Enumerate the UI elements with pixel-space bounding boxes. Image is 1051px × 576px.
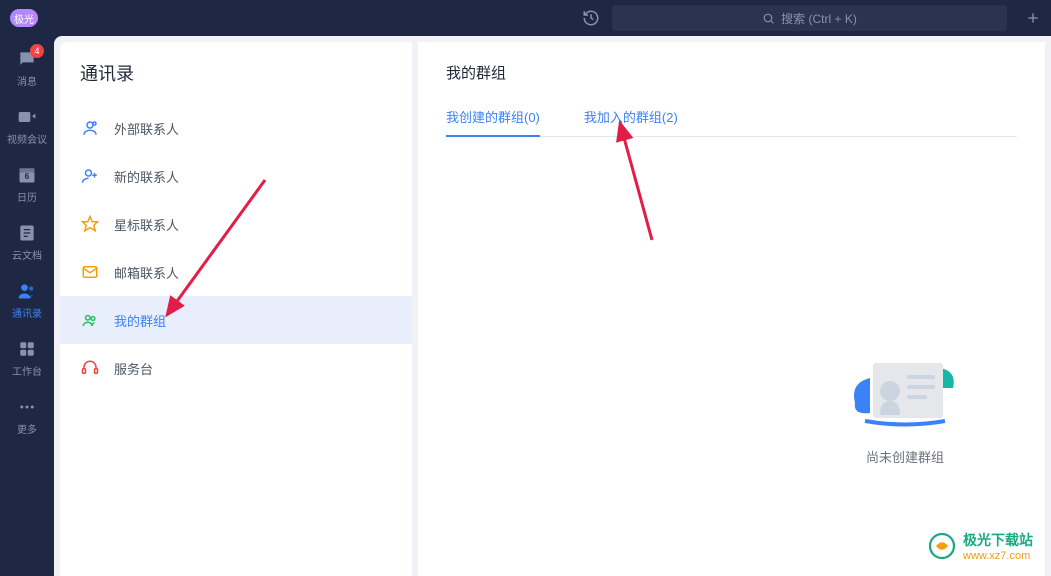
search-icon	[762, 12, 775, 25]
external-icon	[80, 118, 100, 138]
row-new-contacts[interactable]: 新的联系人	[60, 152, 412, 200]
row-helpdesk[interactable]: 服务台	[60, 344, 412, 392]
star-icon	[80, 214, 100, 234]
contacts-icon	[16, 280, 38, 302]
grid-icon	[16, 338, 38, 360]
nav-label: 日历	[17, 189, 37, 204]
watermark: 极光下载站 www.xz7.com	[927, 530, 1033, 562]
nav-more[interactable]: 更多	[0, 396, 54, 436]
tab-joined-groups[interactable]: 我加入的群组(2)	[584, 101, 678, 136]
row-my-groups[interactable]: 我的群组	[60, 296, 412, 344]
tabs: 我创建的群组(0) 我加入的群组(2)	[446, 101, 1017, 137]
plus-icon	[1025, 10, 1041, 26]
group-icon	[80, 310, 100, 330]
user-avatar[interactable]: 极光	[10, 9, 38, 27]
nav-docs[interactable]: 云文档	[0, 222, 54, 262]
svg-text:6: 6	[25, 171, 30, 181]
nav-label: 更多	[17, 421, 37, 436]
row-label: 服务台	[114, 359, 153, 378]
add-button[interactable]	[1025, 10, 1041, 26]
row-label: 新的联系人	[114, 167, 179, 186]
nav-label: 通讯录	[12, 305, 42, 320]
nav-label: 工作台	[12, 363, 42, 378]
search-input[interactable]: 搜索 (Ctrl + K)	[612, 5, 1007, 31]
nav-label: 消息	[17, 73, 37, 88]
nav-calendar[interactable]: 6 日历	[0, 164, 54, 204]
history-button[interactable]	[582, 9, 600, 27]
row-mailbox-contacts[interactable]: 邮箱联系人	[60, 248, 412, 296]
tab-created-groups[interactable]: 我创建的群组(0)	[446, 101, 540, 136]
main-area: 通讯录 外部联系人 新的联系人 星标联系人	[54, 36, 1051, 576]
left-nav: 4 消息 视频会议 6 日历 云文档 通讯录	[0, 36, 54, 576]
watermark-url: www.xz7.com	[963, 550, 1033, 562]
nav-label: 视频会议	[7, 131, 47, 146]
calendar-icon: 6	[16, 164, 38, 186]
row-label: 我的群组	[114, 311, 166, 330]
watermark-title: 极光下载站	[963, 530, 1033, 550]
nav-video[interactable]: 视频会议	[0, 106, 54, 146]
app-body: 4 消息 视频会议 6 日历 云文档 通讯录	[0, 36, 1051, 576]
row-starred-contacts[interactable]: 星标联系人	[60, 200, 412, 248]
empty-illustration	[845, 333, 965, 433]
headset-icon	[80, 358, 100, 378]
row-label: 星标联系人	[114, 215, 179, 234]
nav-label: 云文档	[12, 247, 42, 262]
video-icon	[16, 106, 38, 128]
mail-icon	[80, 262, 100, 282]
watermark-logo-icon	[927, 531, 957, 561]
docs-icon	[16, 222, 38, 244]
history-icon	[582, 9, 600, 27]
row-label: 邮箱联系人	[114, 263, 179, 282]
panel-title: 通讯录	[60, 60, 412, 104]
add-person-icon	[80, 166, 100, 186]
empty-text: 尚未创建群组	[866, 447, 944, 466]
title-bar: 极光 搜索 (Ctrl + K)	[0, 0, 1051, 36]
more-icon	[16, 396, 38, 418]
row-label: 外部联系人	[114, 119, 179, 138]
row-external-contacts[interactable]: 外部联系人	[60, 104, 412, 152]
empty-state: 尚未创建群组	[845, 333, 965, 466]
nav-messages[interactable]: 4 消息	[0, 48, 54, 88]
search-placeholder: 搜索 (Ctrl + K)	[781, 10, 857, 27]
detail-panel: 我的群组 我创建的群组(0) 我加入的群组(2) 尚未创建群组	[418, 42, 1045, 576]
nav-workspace[interactable]: 工作台	[0, 338, 54, 378]
nav-contacts[interactable]: 通讯录	[0, 280, 54, 320]
detail-title: 我的群组	[446, 62, 1017, 83]
contacts-panel: 通讯录 外部联系人 新的联系人 星标联系人	[60, 42, 412, 576]
badge: 4	[30, 44, 44, 58]
